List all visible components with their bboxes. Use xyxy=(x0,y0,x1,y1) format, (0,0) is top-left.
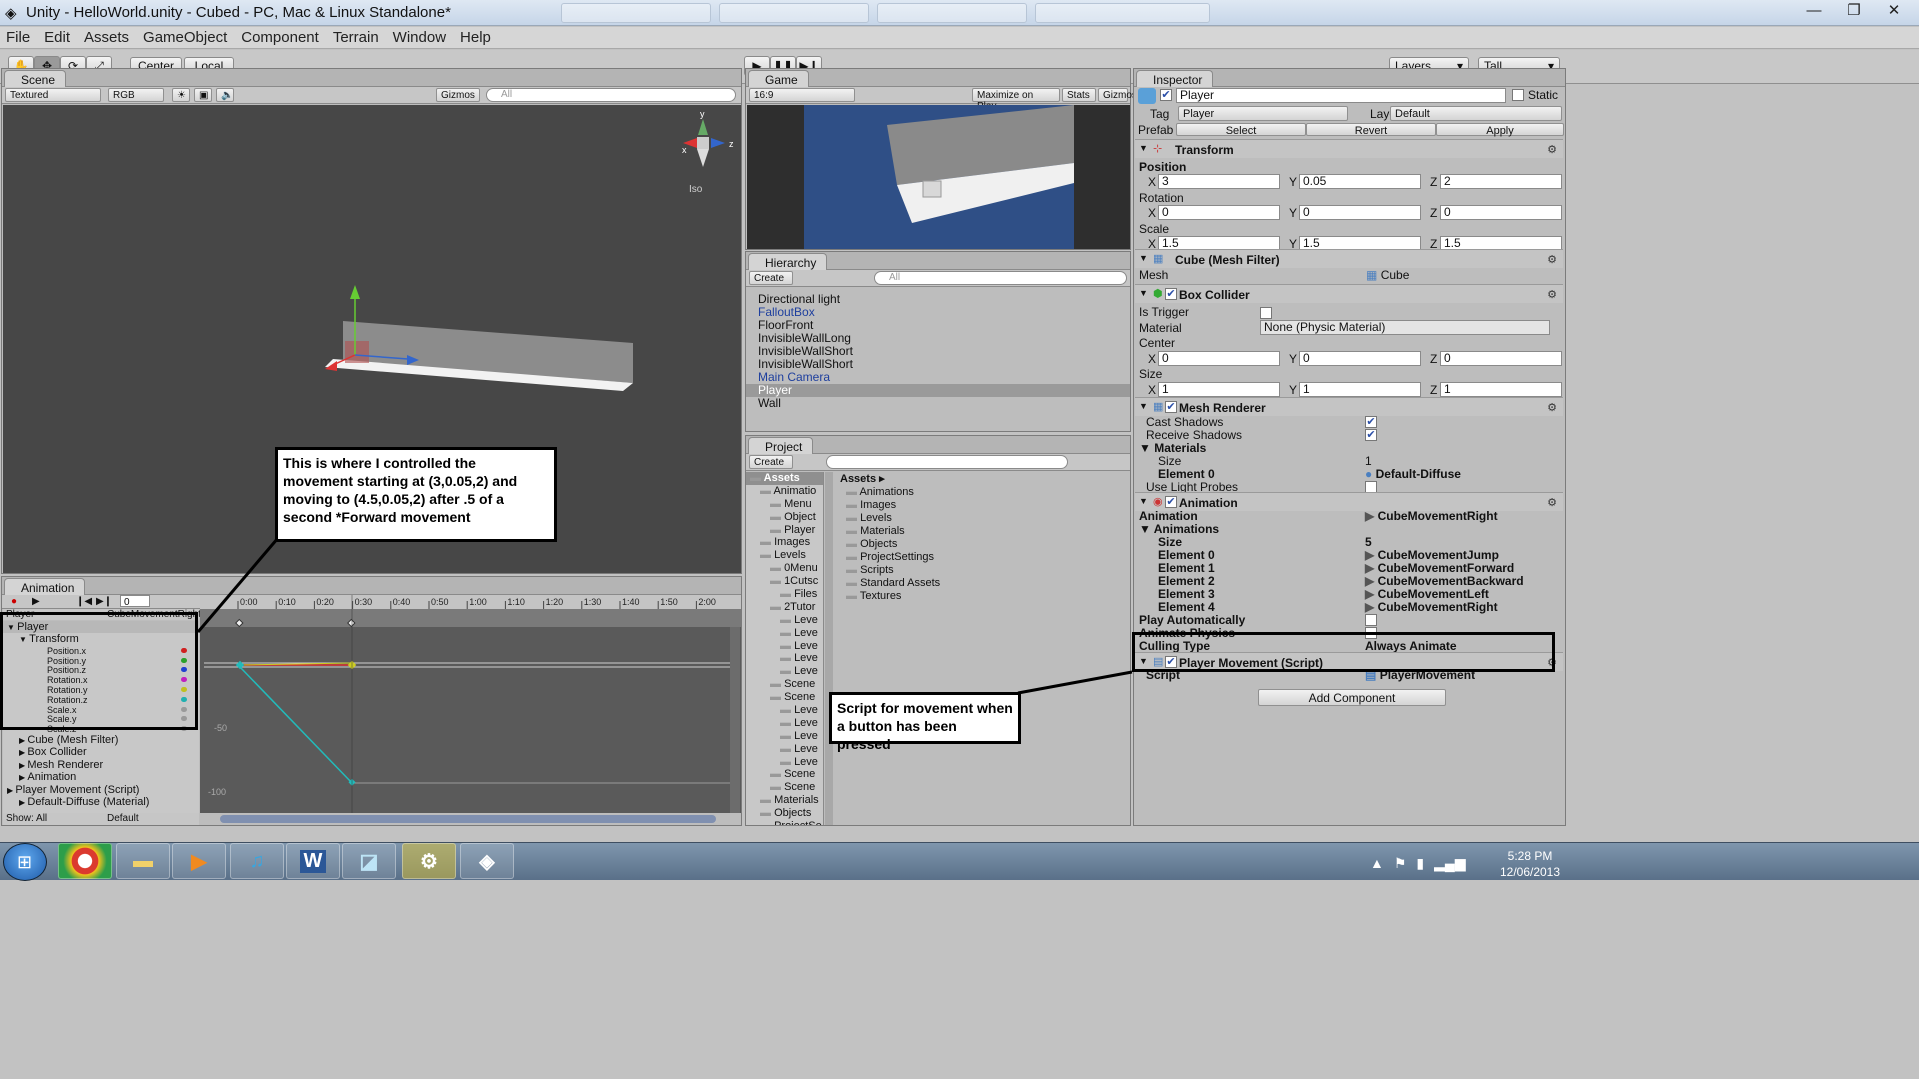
tray-arrow-icon[interactable]: ▲ xyxy=(1370,855,1384,871)
network-icon[interactable]: ▂▄▆ xyxy=(1434,855,1465,872)
clock-date: 12/06/2013 xyxy=(1499,865,1561,879)
unity-icon: ◈ xyxy=(479,850,495,873)
steam-taskbar-icon[interactable]: ⚙ xyxy=(402,843,456,879)
movement-annotation: This is where I controlled the movement … xyxy=(275,447,557,542)
word-icon: W xyxy=(299,849,327,873)
start-button[interactable]: ⊞ xyxy=(3,843,47,881)
folder-icon: ▬ xyxy=(133,849,153,872)
steam-icon: ⚙ xyxy=(420,850,438,873)
chrome-taskbar-icon[interactable] xyxy=(58,843,112,879)
unity-taskbar-icon[interactable]: ◈ xyxy=(460,843,514,879)
system-tray: ▲ ⚑ ▮ ▂▄▆ xyxy=(1370,850,1490,876)
media-player-taskbar-icon[interactable]: ▶ xyxy=(172,843,226,879)
battery-icon[interactable]: ▮ xyxy=(1416,855,1424,872)
itunes-taskbar-icon[interactable]: ♫ xyxy=(230,843,284,879)
music-note-icon: ♫ xyxy=(249,849,265,872)
word-taskbar-icon[interactable]: W xyxy=(286,843,340,879)
app-taskbar-icon[interactable]: ◪ xyxy=(342,843,396,879)
flag-icon[interactable]: ⚑ xyxy=(1394,855,1407,872)
script-annotation: Script for movement when a button has be… xyxy=(829,692,1021,752)
connector-line xyxy=(1017,670,1133,695)
windows-logo-icon: ⊞ xyxy=(17,852,33,872)
window-app-icon: ◪ xyxy=(359,850,379,873)
connector-line xyxy=(196,537,280,633)
explorer-taskbar-icon[interactable]: ▬ xyxy=(116,843,170,879)
clock-time: 5:28 PM xyxy=(1507,849,1553,863)
play-media-icon: ▶ xyxy=(191,850,207,873)
clock[interactable]: 5:28 PM 12/06/2013 xyxy=(1490,848,1570,880)
